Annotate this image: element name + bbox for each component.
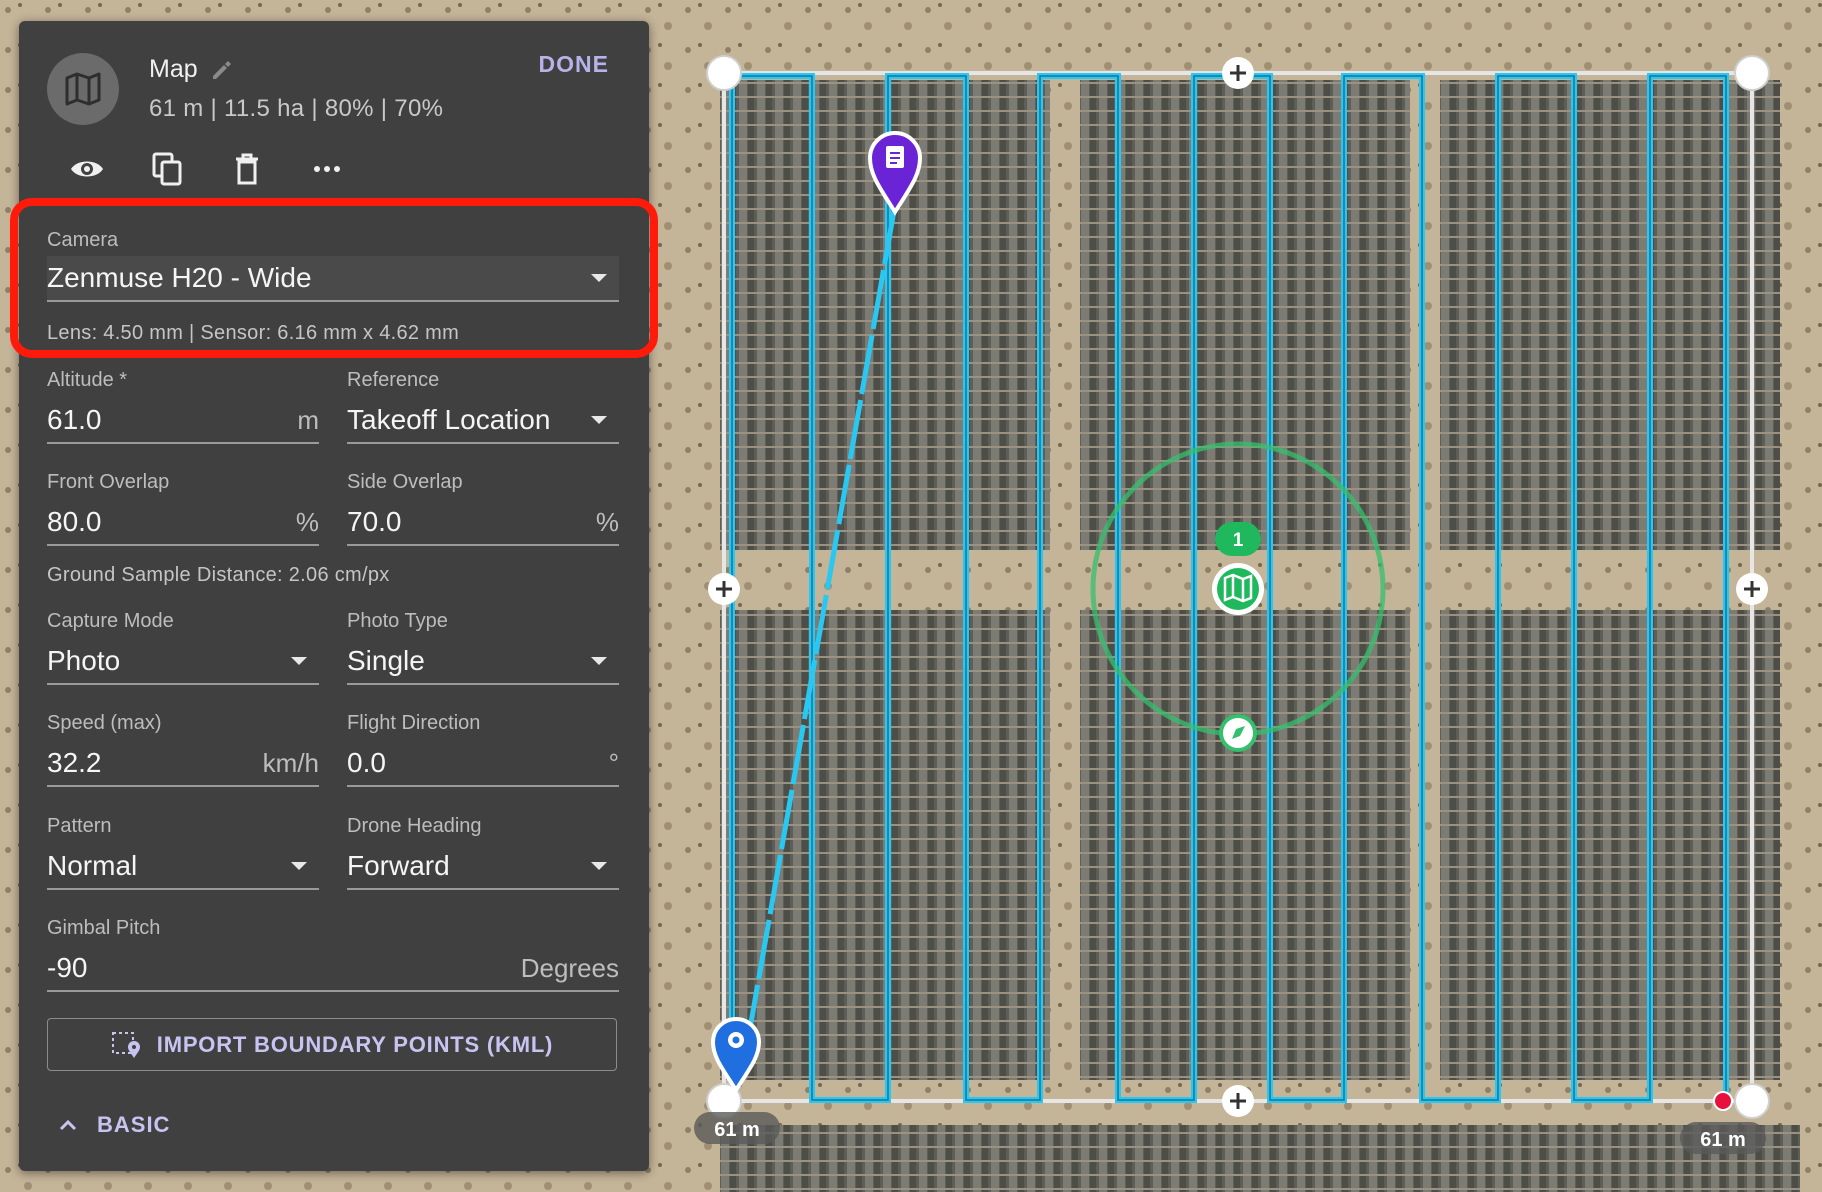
altitude-value: 61.0 (47, 404, 102, 435)
drone-heading-field[interactable]: Drone Heading Forward (347, 815, 619, 890)
altitude-input[interactable]: 61.0 m (47, 398, 319, 444)
more-icon[interactable] (309, 151, 345, 187)
waypoint-badge-number: 1 (1233, 530, 1244, 551)
pattern-field[interactable]: Pattern Normal (47, 815, 319, 890)
copy-icon[interactable] (149, 151, 185, 187)
boundary-import-icon (111, 1031, 140, 1058)
scale-label-right: 61 m (1680, 1122, 1766, 1154)
chevron-down-icon (291, 862, 307, 870)
trash-icon[interactable] (229, 151, 265, 187)
mission-title: Map (149, 55, 198, 83)
altitude-label: Altitude * (47, 369, 128, 391)
front-overlap-unit: % (295, 506, 319, 537)
altitude-field[interactable]: Altitude * 61.0 m (47, 369, 319, 444)
front-overlap-label: Front Overlap (47, 471, 170, 493)
reference-field[interactable]: Reference Takeoff Location (347, 369, 619, 444)
add-point-icon[interactable] (1222, 57, 1254, 89)
side-overlap-field[interactable]: Side Overlap 70.0 % (347, 471, 619, 546)
speed-value: 32.2 (47, 747, 102, 778)
end-point-marker (1713, 1091, 1733, 1111)
corner-handle-top-right[interactable] (1734, 55, 1770, 91)
capture-mode-field[interactable]: Capture Mode Photo (47, 610, 319, 685)
speed-field[interactable]: Speed (max) 32.2 km/h (47, 712, 319, 787)
gimbal-pitch-unit: Degrees (520, 952, 619, 983)
flight-direction-input[interactable]: 0.0 ° (347, 741, 619, 787)
basic-section-toggle[interactable]: BASIC (59, 1112, 170, 1138)
eye-icon[interactable] (69, 151, 105, 187)
edit-pencil-icon[interactable] (210, 59, 232, 81)
side-overlap-input[interactable]: 70.0 % (347, 500, 619, 546)
corner-handle-top-left[interactable] (706, 55, 742, 91)
front-overlap-input[interactable]: 80.0 % (47, 500, 319, 546)
drone-heading-label: Drone Heading (347, 815, 482, 837)
pattern-value: Normal (47, 850, 138, 881)
flight-direction-value: 0.0 (347, 747, 386, 778)
add-point-icon[interactable] (708, 573, 740, 605)
front-overlap-value: 80.0 (47, 506, 102, 537)
chevron-down-icon (591, 416, 607, 424)
flight-direction-label: Flight Direction (347, 712, 481, 734)
mission-settings-panel: Map 61 m | 11.5 ha | 80% | 70% DONE Came… (10, 21, 658, 1171)
capture-mode-label: Capture Mode (47, 610, 174, 632)
add-point-icon[interactable] (1222, 1085, 1254, 1117)
side-overlap-unit: % (595, 506, 619, 537)
flight-direction-unit: ° (608, 747, 619, 778)
map-icon (65, 72, 101, 106)
camera-field[interactable]: Camera Zenmuse H20 - Wide (47, 229, 619, 302)
import-kml-button[interactable]: IMPORT BOUNDARY POINTS (KML) (47, 1018, 617, 1071)
map-mission-avatar (47, 53, 119, 125)
photo-type-select[interactable]: Single (347, 639, 619, 685)
photo-type-field[interactable]: Photo Type Single (347, 610, 619, 685)
mission-actions (69, 151, 345, 187)
photo-type-label: Photo Type (347, 610, 448, 632)
svg-text:61 m: 61 m (714, 1119, 760, 1141)
import-kml-label: IMPORT BOUNDARY POINTS (KML) (156, 1031, 554, 1057)
waypoint-badge: 1 (1215, 522, 1261, 556)
pattern-select[interactable]: Normal (47, 844, 319, 890)
reference-value: Takeoff Location (347, 404, 551, 435)
drone-heading-select[interactable]: Forward (347, 844, 619, 890)
photo-type-value: Single (347, 645, 425, 676)
mission-title-row: Map (149, 55, 232, 84)
chevron-down-icon (291, 657, 307, 665)
chevron-down-icon (591, 657, 607, 665)
camera-specs: Lens: 4.50 mm | Sensor: 6.16 mm x 4.62 m… (47, 322, 460, 344)
side-overlap-label: Side Overlap (347, 471, 463, 493)
side-overlap-value: 70.0 (347, 506, 402, 537)
svg-text:61 m: 61 m (1700, 1129, 1746, 1151)
speed-input[interactable]: 32.2 km/h (47, 741, 319, 787)
speed-label: Speed (max) (47, 712, 162, 734)
chevron-down-icon (591, 862, 607, 870)
gimbal-pitch-field[interactable]: Gimbal Pitch -90 Degrees (47, 917, 619, 992)
chevron-down-icon (591, 274, 607, 282)
basic-label: BASIC (97, 1112, 171, 1137)
camera-label: Camera (47, 229, 119, 251)
pattern-label: Pattern (47, 815, 112, 837)
corner-handle-bottom-right[interactable] (1734, 1083, 1770, 1119)
chevron-up-icon (59, 1119, 77, 1131)
compass-handle-icon[interactable] (1219, 714, 1257, 752)
solar-field (720, 80, 1800, 1192)
add-point-icon[interactable] (1736, 573, 1768, 605)
mission-summary: 61 m | 11.5 ha | 80% | 70% (149, 95, 444, 122)
reference-select[interactable]: Takeoff Location (347, 398, 619, 444)
camera-select[interactable]: Zenmuse H20 - Wide (47, 256, 619, 302)
gimbal-pitch-input[interactable]: -90 Degrees (47, 946, 619, 992)
scale-label-left: 61 m (694, 1112, 780, 1144)
gimbal-pitch-label: Gimbal Pitch (47, 917, 161, 939)
gimbal-pitch-value: -90 (47, 952, 88, 983)
flight-direction-field[interactable]: Flight Direction 0.0 ° (347, 712, 619, 787)
front-overlap-field[interactable]: Front Overlap 80.0 % (47, 471, 319, 546)
done-button[interactable]: DONE (539, 51, 609, 78)
camera-value: Zenmuse H20 - Wide (47, 262, 312, 293)
speed-unit: km/h (262, 747, 319, 778)
map-center-icon[interactable] (1212, 563, 1264, 615)
altitude-unit: m (297, 404, 319, 435)
capture-mode-select[interactable]: Photo (47, 639, 319, 685)
reference-label: Reference (347, 369, 440, 391)
capture-mode-value: Photo (47, 645, 121, 676)
ground-sample-distance: Ground Sample Distance: 2.06 cm/px (47, 564, 390, 586)
drone-heading-value: Forward (347, 850, 450, 881)
